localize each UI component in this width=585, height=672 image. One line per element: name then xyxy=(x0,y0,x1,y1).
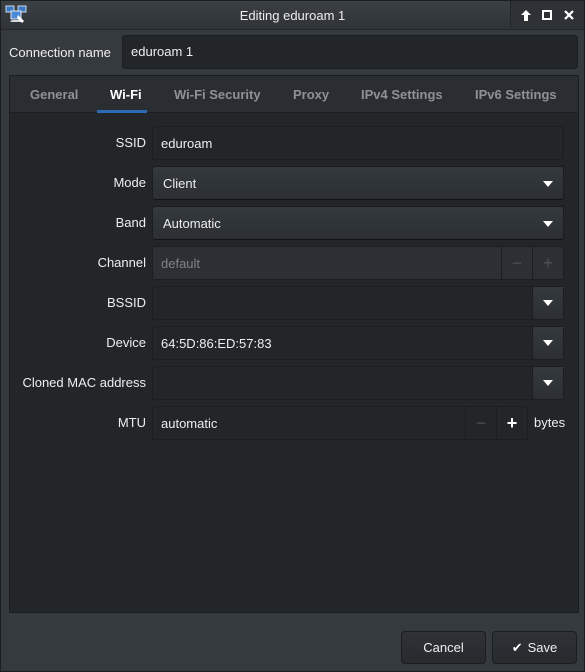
tab-ipv6-settings[interactable]: IPv6 Settings xyxy=(475,87,557,102)
chevron-down-icon xyxy=(543,181,553,187)
minus-icon: − xyxy=(475,412,487,433)
tab-general[interactable]: General xyxy=(30,87,78,102)
channel-increment-button[interactable]: + xyxy=(532,247,563,279)
bssid-label: BSSID xyxy=(106,295,146,310)
device-value: 64:5D:86:ED:57:83 xyxy=(161,336,272,351)
ssid-input[interactable]: eduroam xyxy=(152,126,564,160)
mtu-spinbutton[interactable]: automatic − + xyxy=(152,406,528,440)
device-row: Device 64:5D:86:ED:57:83 xyxy=(10,326,578,360)
mode-dropdown[interactable]: Client xyxy=(152,166,564,200)
ssid-value: eduroam xyxy=(161,136,213,151)
mtu-increment-button[interactable]: + xyxy=(496,407,527,439)
mtu-row: MTU automatic − + bytes xyxy=(10,406,578,440)
active-tab-indicator xyxy=(97,110,147,113)
cloned-mac-combo-entry[interactable] xyxy=(152,366,564,400)
channel-row: Channel default − + xyxy=(10,246,578,280)
bssid-dropdown-button[interactable] xyxy=(532,287,563,319)
chevron-down-icon xyxy=(543,380,553,386)
mode-value: Client xyxy=(163,176,197,191)
settings-notebook: General Wi-Fi Wi-Fi Security Proxy IPv4 … xyxy=(9,75,579,613)
band-dropdown[interactable]: Automatic xyxy=(152,206,564,240)
minus-icon: − xyxy=(511,252,523,273)
cancel-button[interactable]: Cancel xyxy=(401,631,486,664)
chevron-down-icon xyxy=(543,300,553,306)
bssid-row: BSSID xyxy=(10,286,578,320)
close-icon xyxy=(564,10,574,20)
tab-proxy[interactable]: Proxy xyxy=(293,87,329,102)
save-button[interactable]: ✔ Save xyxy=(492,631,577,664)
tab-wifi-security[interactable]: Wi-Fi Security xyxy=(174,87,261,102)
device-label: Device xyxy=(106,335,146,350)
connection-name-input[interactable]: eduroam 1 xyxy=(122,35,578,69)
band-label: Band xyxy=(115,215,146,230)
mtu-unit-label: bytes xyxy=(534,415,566,430)
checkmark-icon: ✔ xyxy=(511,639,523,655)
connection-name-label: Connection name xyxy=(9,45,111,60)
tab-wifi[interactable]: Wi-Fi xyxy=(110,87,142,102)
cloned-mac-dropdown-button[interactable] xyxy=(532,367,563,399)
titlebar[interactable]: Editing eduroam 1 xyxy=(1,1,584,30)
mtu-value: automatic xyxy=(161,416,218,431)
cloned-mac-row: Cloned MAC address xyxy=(10,366,578,400)
device-dropdown-button[interactable] xyxy=(532,327,563,359)
ssid-label: SSID xyxy=(115,135,146,150)
cloned-mac-label: Cloned MAC address xyxy=(22,375,146,390)
ssid-row: SSID eduroam xyxy=(10,126,578,160)
mtu-decrement-button[interactable]: − xyxy=(465,407,496,439)
channel-spinbutton[interactable]: default − + xyxy=(152,246,564,280)
band-row: Band Automatic xyxy=(10,206,578,240)
chevron-down-icon xyxy=(543,340,553,346)
mtu-label: MTU xyxy=(117,415,146,430)
band-value: Automatic xyxy=(163,216,221,231)
connection-name-row: Connection name eduroam 1 xyxy=(1,34,584,70)
chevron-down-icon xyxy=(543,221,553,227)
tab-bar: General Wi-Fi Wi-Fi Security Proxy IPv4 … xyxy=(10,76,578,113)
save-label: Save xyxy=(527,640,558,655)
device-combo-entry[interactable]: 64:5D:86:ED:57:83 xyxy=(152,326,564,360)
channel-placeholder: default xyxy=(161,256,201,271)
maximize-button[interactable] xyxy=(538,6,556,24)
channel-label: Channel xyxy=(97,255,146,270)
maximize-icon xyxy=(542,10,553,20)
tab-ipv4-settings[interactable]: IPv4 Settings xyxy=(361,87,443,102)
edit-connection-dialog: Editing eduroam 1 Connection name eduroa… xyxy=(0,0,585,672)
close-button[interactable] xyxy=(560,6,578,24)
mode-label: Mode xyxy=(113,175,146,190)
plus-icon: + xyxy=(542,252,554,273)
window-title: Editing eduroam 1 xyxy=(239,8,346,23)
keep-above-button[interactable] xyxy=(517,6,535,24)
channel-decrement-button[interactable]: − xyxy=(501,247,532,279)
bssid-combo-entry[interactable] xyxy=(152,286,564,320)
cancel-label: Cancel xyxy=(423,640,464,655)
plus-icon: + xyxy=(506,412,518,433)
mode-row: Mode Client xyxy=(10,166,578,200)
window-controls xyxy=(510,1,584,29)
arrow-up-icon xyxy=(520,9,531,21)
